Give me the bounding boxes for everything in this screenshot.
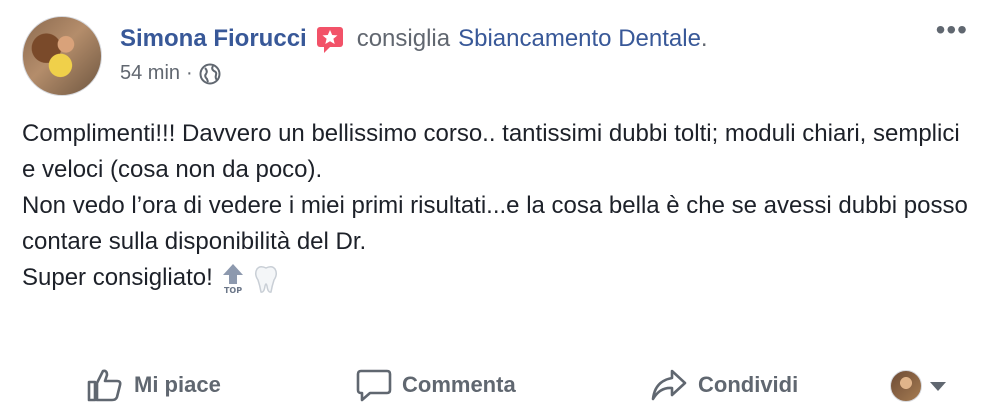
meta-separator: · — [186, 62, 193, 84]
globe-icon[interactable] — [199, 63, 221, 85]
viewer-avatar — [890, 370, 922, 402]
share-label: Condividi — [698, 372, 799, 397]
share-button[interactable]: Condividi — [650, 368, 798, 402]
ellipsis-icon[interactable]: ••• — [936, 16, 968, 44]
caret-down-icon[interactable] — [930, 381, 946, 391]
svg-text:TOP: TOP — [224, 286, 242, 295]
top-arrow-emoji: TOP — [222, 263, 243, 295]
page-name[interactable]: Sbiancamento Dentale — [458, 25, 701, 52]
comment-label: Commenta — [402, 372, 516, 397]
post-text-final: Super consigliato! — [22, 264, 213, 291]
tooth-emoji — [254, 265, 277, 293]
post-as-selector[interactable] — [890, 370, 946, 402]
like-label: Mi piace — [134, 372, 221, 397]
post-text-line: Super consigliato! TOP — [22, 260, 972, 296]
post-text-line: Non vedo l’ora di vedere i miei primi ri… — [22, 192, 968, 255]
comment-button[interactable]: Commenta — [356, 368, 516, 402]
post-actions: Mi piace Commenta Condividi — [0, 360, 990, 414]
post-time[interactable]: 54 min — [120, 62, 180, 85]
share-arrow-icon — [651, 369, 687, 401]
thumbs-up-icon — [87, 369, 122, 402]
author-avatar[interactable] — [22, 16, 102, 96]
like-button[interactable]: Mi piace — [86, 368, 221, 402]
comment-bubble-icon — [356, 369, 392, 402]
post-header: Simona Fiorucci consiglia Sbiancamento D… — [120, 22, 708, 56]
page-suffix: . — [700, 25, 708, 52]
post-body: Complimenti!!! Davvero un bellissimo cor… — [22, 116, 972, 296]
recommend-verb: consiglia — [356, 25, 451, 52]
page-link[interactable]: Sbiancamento Dentale. — [458, 22, 708, 56]
recommend-star-icon — [316, 27, 343, 53]
post-text-line: Complimenti!!! Davvero un bellissimo cor… — [22, 120, 960, 183]
post-meta: 54 min · — [120, 62, 221, 85]
author-name[interactable]: Simona Fiorucci — [120, 22, 307, 56]
